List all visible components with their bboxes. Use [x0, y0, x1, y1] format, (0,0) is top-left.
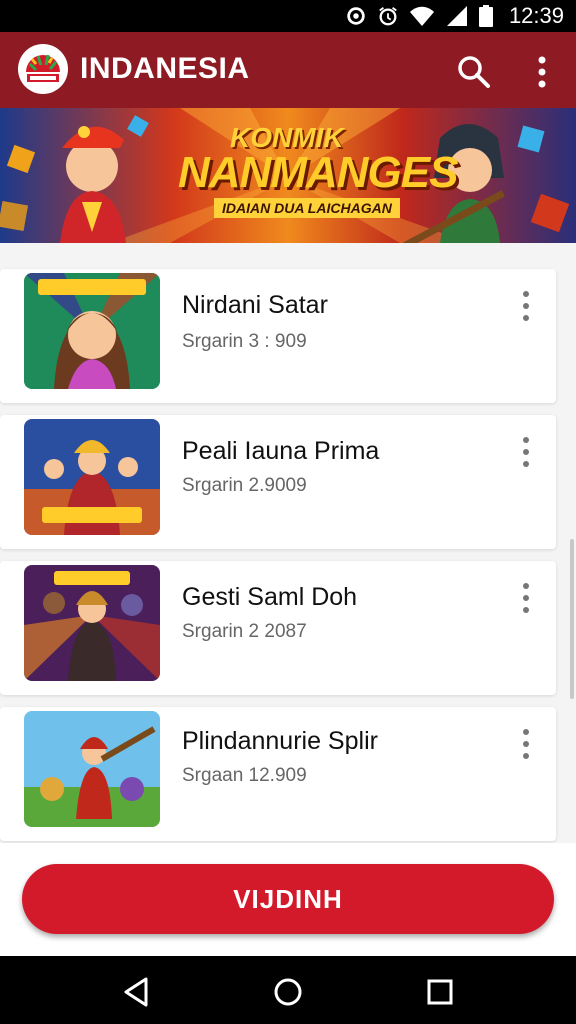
status-icons: 12:39 — [345, 0, 564, 32]
list-item[interactable]: Plindannurie Splir Srgaan 12.909 — [0, 707, 556, 841]
item-title: Nirdani Satar — [182, 291, 328, 319]
more-vert-icon[interactable] — [514, 581, 538, 615]
game-thumbnail — [24, 565, 160, 681]
game-thumbnail — [24, 273, 160, 389]
data-saver-icon — [347, 7, 365, 25]
game-list: Nirdani Satar Srgarin 3 : 909 Peali Iaun… — [0, 243, 576, 843]
item-title: Peali Iauna Prima — [182, 437, 380, 465]
more-vert-icon[interactable] — [514, 289, 538, 323]
banner-title-line2: NANMANGES — [178, 148, 458, 197]
app-bar: INDANESIA — [0, 32, 576, 108]
nav-back-icon[interactable] — [118, 974, 154, 1010]
more-vert-icon[interactable] — [514, 727, 538, 761]
app-title: INDANESIA — [80, 52, 250, 85]
battery-icon — [478, 5, 493, 27]
system-nav-bar — [0, 956, 576, 1024]
banner-subtitle: IDAIAN DUA LAICHAGAN — [214, 198, 400, 218]
primary-action-button[interactable]: VIJDINH — [22, 864, 554, 934]
more-vert-icon[interactable] — [528, 54, 556, 90]
more-vert-icon[interactable] — [514, 435, 538, 469]
game-thumbnail — [24, 711, 160, 827]
status-bar: 12:39 — [0, 0, 576, 32]
list-item[interactable]: Nirdani Satar Srgarin 3 : 909 — [0, 269, 556, 403]
nav-home-icon[interactable] — [270, 974, 306, 1010]
hero-left-character — [60, 126, 126, 243]
search-icon[interactable] — [456, 54, 492, 90]
promo-banner[interactable]: KONMIK NANMANGES IDAIAN DUA LAICHAGAN — [0, 108, 576, 243]
status-time: 12:39 — [508, 3, 564, 28]
item-title: Gesti Saml Doh — [182, 583, 358, 611]
item-title: Plindannurie Splir — [182, 727, 378, 755]
game-thumbnail — [24, 419, 160, 535]
item-subtitle: Srgarin 3 : 909 — [182, 331, 307, 352]
wifi-icon — [409, 6, 434, 26]
app-logo-icon[interactable] — [18, 44, 68, 94]
list-item[interactable]: Gesti Saml Doh Srgarin 2 2087 — [0, 561, 556, 695]
scrollbar-thumb[interactable] — [570, 539, 574, 699]
nav-recents-icon[interactable] — [422, 974, 458, 1010]
item-subtitle: Srgarin 2.9009 — [182, 475, 307, 496]
signal-icon — [446, 6, 467, 26]
alarm-icon — [379, 7, 397, 26]
item-subtitle: Srgaan 12.909 — [182, 765, 307, 786]
list-item[interactable]: Peali Iauna Prima Srgarin 2.9009 — [0, 415, 556, 549]
item-subtitle: Srgarin 2 2087 — [182, 621, 307, 642]
